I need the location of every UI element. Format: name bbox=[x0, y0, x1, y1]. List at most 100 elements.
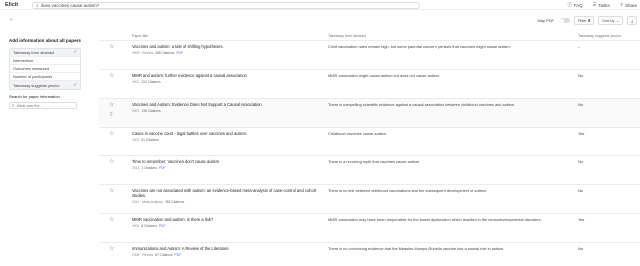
table-row[interactable]: ☆ ▯ Vaccines and Autism: Evidence Does Not… bbox=[99, 98, 640, 127]
faq-label: FAQ bbox=[573, 2, 583, 8]
filter-box[interactable]: ⌕ bbox=[9, 102, 77, 110]
table-controls: Map PDF Filter ⩩ Sort by ⌄ ⤓ bbox=[537, 16, 637, 25]
star-icon[interactable]: ☆ bbox=[109, 43, 114, 50]
column-option[interactable]: Intervention bbox=[10, 57, 80, 65]
table-row[interactable]: ☆ Immunizations and Autism: A Review of t… bbox=[99, 242, 640, 266]
yes-no-answer: No bbox=[578, 102, 583, 107]
paper-meta: 2001 224 Citations bbox=[132, 80, 161, 84]
table-row[interactable]: ☆ Time to remember: Vaccines don't cause … bbox=[99, 155, 640, 184]
search-icon: ⌕ bbox=[36, 2, 39, 8]
star-icon[interactable]: ☆ bbox=[109, 187, 114, 194]
pdf-link[interactable]: PDF bbox=[176, 51, 183, 55]
yes-no-answer: No bbox=[578, 188, 583, 193]
table-row[interactable]: ☆ Cases in vaccine court - legal battles … bbox=[99, 127, 640, 156]
yes-no-answer: Yes bbox=[578, 217, 585, 222]
column-option-label: Outcomes measured bbox=[13, 65, 50, 71]
pdf-link[interactable]: PDF bbox=[159, 224, 166, 228]
faq-link[interactable]: ⓘ FAQ bbox=[568, 2, 583, 8]
paper-year: 2002 bbox=[132, 224, 140, 228]
star-icon[interactable]: ☆ bbox=[109, 72, 114, 79]
column-option-label: Takeaway suggests yes/no bbox=[13, 82, 60, 88]
filter-title: Search for paper information bbox=[9, 94, 60, 100]
table-row[interactable]: ☆ MMR and autism: further evidence agains… bbox=[99, 69, 640, 98]
share-icon: ⇪ bbox=[619, 2, 624, 7]
pdf-link[interactable]: PDF bbox=[175, 253, 182, 257]
table-row[interactable]: ☆ MMR vaccination and autism: is there a … bbox=[99, 213, 640, 242]
map-pdf-toggle[interactable] bbox=[559, 18, 570, 23]
share-label: Share bbox=[624, 2, 637, 8]
citations-count[interactable]: 224 Citations bbox=[141, 80, 160, 84]
citations-count[interactable]: 61 Citations bbox=[141, 138, 158, 142]
paper-info-search-input[interactable] bbox=[16, 103, 75, 108]
paper-year: 2007 bbox=[132, 138, 140, 142]
paper-title[interactable]: Time to remember: Vaccines don't cause a… bbox=[132, 159, 322, 164]
collapse-sidebar-icon[interactable]: « bbox=[10, 17, 13, 23]
header-title: Paper title bbox=[132, 33, 149, 38]
sidebar-title: Add information about all papers bbox=[9, 38, 81, 43]
column-option-label: Intervention bbox=[13, 57, 34, 63]
star-icon[interactable]: ☆ bbox=[109, 130, 114, 137]
yes-no-answer: No bbox=[578, 159, 583, 164]
abstract-takeaway: MMR vaccination may have been responsibl… bbox=[328, 217, 542, 222]
sidebar: Add information about all papers Takeawa… bbox=[9, 38, 81, 110]
tasks-link[interactable]: ☰ Tasks bbox=[593, 2, 610, 8]
search-input[interactable] bbox=[40, 2, 401, 8]
paper-year: 2013 bbox=[132, 166, 140, 170]
table-row[interactable]: ☆ Vaccines and autism: a tale of shifting… bbox=[99, 40, 640, 69]
table-row[interactable]: ☆ Vaccines are not associated with autism… bbox=[99, 184, 640, 213]
citations-count[interactable]: 389 Citations bbox=[165, 200, 184, 204]
star-icon[interactable]: ☆ bbox=[109, 245, 114, 252]
abstract-takeaway: Child vaccination rates remain high, but… bbox=[328, 44, 511, 49]
paper-title[interactable]: Vaccines are not associated with autism:… bbox=[132, 188, 322, 198]
map-pdf-label: Map PDF bbox=[537, 18, 554, 23]
paper-year: 2006 · Review bbox=[132, 253, 154, 257]
column-option[interactable]: Takeaway suggests yes/no ✓ bbox=[10, 81, 80, 90]
sort-button[interactable]: Sort by ⌄ bbox=[598, 16, 624, 25]
header-abstract: Takeaway from abstract bbox=[328, 33, 366, 38]
star-icon[interactable]: ☆ bbox=[109, 216, 114, 223]
abstract-takeaway: There is no convincing evidence that the… bbox=[328, 246, 505, 251]
logo[interactable]: Elicit bbox=[5, 2, 18, 8]
citations-count[interactable]: 288 Citations bbox=[155, 51, 174, 55]
citations-count[interactable]: 57 Citations bbox=[155, 253, 172, 257]
chevron-down-icon: ⌄ bbox=[616, 18, 620, 23]
papers-table: Paper title Takeaway from abstract Takea… bbox=[99, 32, 640, 257]
paper-title[interactable]: Immunizations and Autism: A Review of th… bbox=[132, 246, 322, 251]
column-options-list: Takeaway from abstract ✓ Intervention Outco… bbox=[9, 47, 81, 91]
paper-title[interactable]: Vaccines and Autism: Evidence Does Not S… bbox=[132, 102, 322, 107]
star-icon[interactable]: ☆ bbox=[109, 158, 114, 165]
filter-label: Filter bbox=[577, 18, 587, 23]
filter-icon: ⩩ bbox=[588, 18, 591, 23]
column-option[interactable]: Number of participants bbox=[10, 73, 80, 82]
paper-title[interactable]: Vaccines and autism: a tale of shifting … bbox=[132, 44, 322, 49]
top-bar: Elicit ⌕ ⓘFAQ ☰Tasks ⇪Share bbox=[0, 0, 640, 10]
share-link[interactable]: ⇪ Share bbox=[620, 2, 637, 8]
paper-year: 2009 · Review bbox=[132, 51, 154, 55]
column-option[interactable]: Takeaway from abstract ✓ bbox=[10, 48, 80, 57]
column-option-label: Takeaway from abstract bbox=[13, 49, 55, 55]
tasks-label: Tasks bbox=[598, 2, 610, 8]
sort-label: Sort by bbox=[602, 18, 615, 23]
abstract-takeaway: There is a recurring myth that vaccines … bbox=[328, 159, 421, 164]
citations-count[interactable]: 1 Citations bbox=[141, 166, 157, 170]
tasks-icon: ☰ bbox=[592, 2, 597, 7]
citations-count[interactable]: 135 Citations bbox=[141, 109, 160, 113]
download-icon: ⤓ bbox=[631, 18, 633, 23]
paper-title[interactable]: MMR and autism: further evidence against… bbox=[132, 73, 322, 78]
citations-count[interactable]: 8 Citations bbox=[141, 224, 157, 228]
paper-title[interactable]: MMR vaccination and autism: is there a l… bbox=[132, 217, 322, 222]
pdf-link[interactable]: PDF bbox=[159, 166, 166, 170]
document-icon[interactable]: ▯ bbox=[110, 111, 112, 117]
star-icon[interactable]: ☆ bbox=[109, 101, 114, 108]
abstract-takeaway: There is no link between childhood vacci… bbox=[328, 188, 487, 193]
header-answer: Takeaway suggests yes/no bbox=[578, 33, 621, 38]
paper-title[interactable]: Cases in vaccine court - legal battles o… bbox=[132, 131, 322, 136]
yes-no-answer: – bbox=[578, 44, 581, 49]
download-button[interactable]: ⤓ bbox=[627, 16, 637, 25]
paper-meta: 2009 · Review 288 Citations PDF bbox=[132, 51, 183, 55]
search-box[interactable]: ⌕ bbox=[32, 1, 420, 9]
yes-no-answer: No bbox=[578, 246, 583, 251]
column-option[interactable]: Outcomes measured bbox=[10, 65, 80, 74]
top-nav: ⓘ FAQ ☰ Tasks ⇪ Share bbox=[568, 2, 637, 8]
filter-button[interactable]: Filter ⩩ bbox=[573, 16, 595, 25]
